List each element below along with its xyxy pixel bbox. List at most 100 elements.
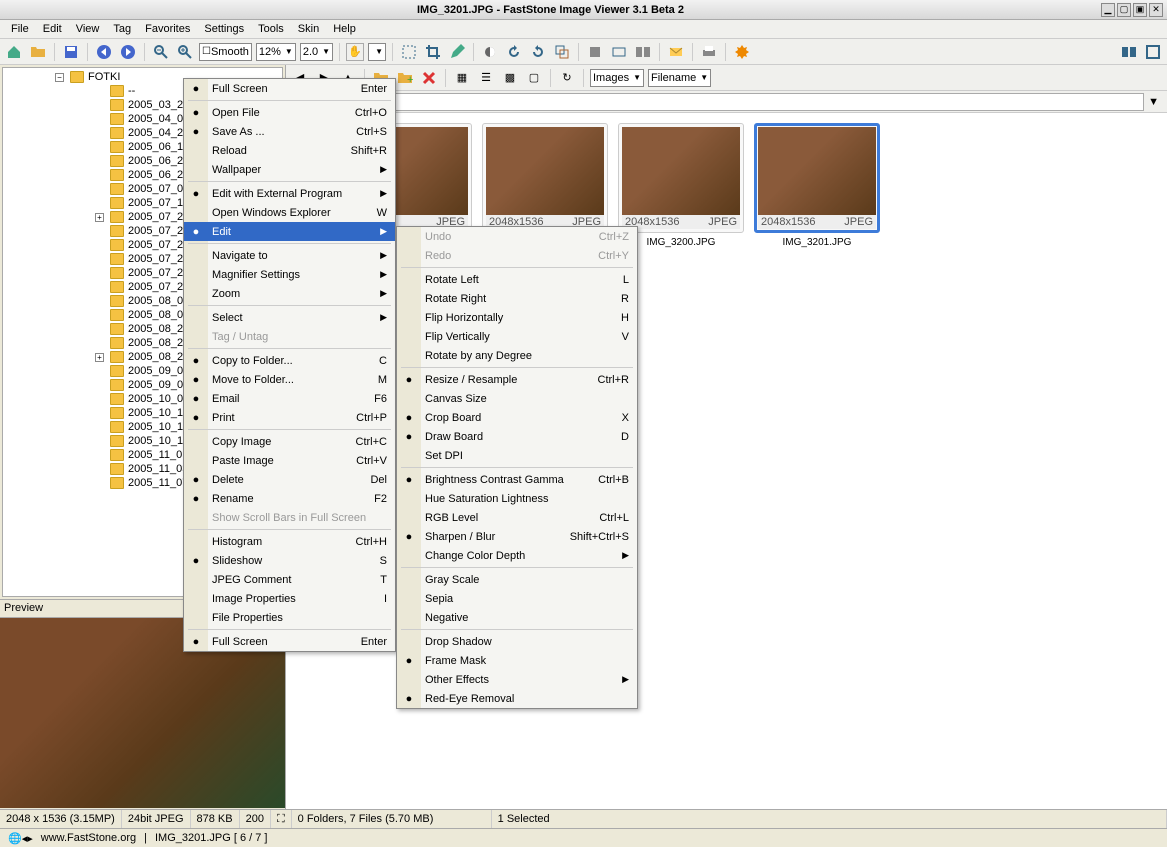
menu-help[interactable]: Help bbox=[326, 21, 363, 37]
menu-item-edit-with-external-program[interactable]: ●Edit with External Program▶ bbox=[184, 184, 395, 203]
menu-skin[interactable]: Skin bbox=[291, 21, 326, 37]
menu-item-jpeg-comment[interactable]: JPEG CommentT bbox=[184, 570, 395, 589]
menu-item-email[interactable]: ●EmailF6 bbox=[184, 389, 395, 408]
nav-forward-icon[interactable] bbox=[118, 42, 138, 62]
menu-item-set-dpi[interactable]: Set DPI bbox=[397, 446, 637, 465]
menu-item-delete[interactable]: ●DeleteDel bbox=[184, 470, 395, 489]
rotate-left-icon[interactable] bbox=[504, 42, 524, 62]
menu-item-paste-image[interactable]: Paste ImageCtrl+V bbox=[184, 451, 395, 470]
compare-icon[interactable] bbox=[633, 42, 653, 62]
menu-item-rotate-left[interactable]: Rotate LeftL bbox=[397, 270, 637, 289]
url-label[interactable]: www.FastStone.org bbox=[41, 832, 136, 844]
expander-icon[interactable]: + bbox=[95, 353, 104, 362]
menu-item-rename[interactable]: ●RenameF2 bbox=[184, 489, 395, 508]
menu-item-copy-to-folder-[interactable]: ●Copy to Folder...C bbox=[184, 351, 395, 370]
save-icon[interactable] bbox=[61, 42, 81, 62]
slideshow-icon[interactable] bbox=[609, 42, 629, 62]
expander-icon[interactable]: + bbox=[95, 213, 104, 222]
smooth-check[interactable]: ☐ Smooth bbox=[199, 43, 252, 61]
menu-item-negative[interactable]: Negative bbox=[397, 608, 637, 627]
menu-item-draw-board[interactable]: ●Draw BoardD bbox=[397, 427, 637, 446]
menu-edit[interactable]: Edit bbox=[36, 21, 69, 37]
maximize-button[interactable]: ▣ bbox=[1133, 3, 1147, 17]
menu-item-full-screen[interactable]: ●Full ScreenEnter bbox=[184, 632, 395, 651]
menu-item-rotate-by-any-degree[interactable]: Rotate by any Degree bbox=[397, 346, 637, 365]
new-folder-icon[interactable]: + bbox=[395, 68, 415, 88]
menu-item-rotate-right[interactable]: Rotate RightR bbox=[397, 289, 637, 308]
email-icon[interactable] bbox=[666, 42, 686, 62]
menu-item-magnifier-settings[interactable]: Magnifier Settings▶ bbox=[184, 265, 395, 284]
menu-item-navigate-to[interactable]: Navigate to▶ bbox=[184, 246, 395, 265]
zoom-step-combo[interactable]: 2.0▼ bbox=[300, 43, 333, 61]
settings-icon[interactable] bbox=[732, 42, 752, 62]
menu-item-other-effects[interactable]: Other Effects▶ bbox=[397, 670, 637, 689]
dual-view-icon[interactable] bbox=[1119, 42, 1139, 62]
delete-folder-icon[interactable] bbox=[419, 68, 439, 88]
rotate-right-icon[interactable] bbox=[528, 42, 548, 62]
menu-item-select[interactable]: Select▶ bbox=[184, 308, 395, 327]
brightness-icon[interactable] bbox=[480, 42, 500, 62]
menu-file[interactable]: File bbox=[4, 21, 36, 37]
view-large-icon[interactable]: ▢ bbox=[524, 68, 544, 88]
menu-item-hue-saturation-lightness[interactable]: Hue Saturation Lightness bbox=[397, 489, 637, 508]
menu-item-rgb-level[interactable]: RGB LevelCtrl+L bbox=[397, 508, 637, 527]
menu-item-open-windows-explorer[interactable]: Open Windows ExplorerW bbox=[184, 203, 395, 222]
globe-icon[interactable]: 🌐◂▸ bbox=[8, 832, 33, 845]
expander-icon[interactable]: − bbox=[55, 73, 64, 82]
menu-item-flip-horizontally[interactable]: Flip HorizontallyH bbox=[397, 308, 637, 327]
menu-favorites[interactable]: Favorites bbox=[138, 21, 197, 37]
menu-item-print[interactable]: ●PrintCtrl+P bbox=[184, 408, 395, 427]
menu-item-sepia[interactable]: Sepia bbox=[397, 589, 637, 608]
menu-item-crop-board[interactable]: ●Crop BoardX bbox=[397, 408, 637, 427]
draw-icon[interactable] bbox=[447, 42, 467, 62]
tool1-icon[interactable] bbox=[585, 42, 605, 62]
select-icon[interactable] bbox=[399, 42, 419, 62]
menu-tools[interactable]: Tools bbox=[251, 21, 291, 37]
menu-item-file-properties[interactable]: File Properties bbox=[184, 608, 395, 627]
menu-item-red-eye-removal[interactable]: ●Red-Eye Removal bbox=[397, 689, 637, 708]
menu-settings[interactable]: Settings bbox=[197, 21, 251, 37]
crop-status-icon[interactable]: ⛶ bbox=[271, 810, 292, 828]
menu-item-canvas-size[interactable]: Canvas Size bbox=[397, 389, 637, 408]
close-button[interactable]: ✕ bbox=[1149, 3, 1163, 17]
path-dropdown-icon[interactable]: ▼ bbox=[1144, 96, 1163, 108]
menu-item-open-file[interactable]: ●Open FileCtrl+O bbox=[184, 103, 395, 122]
minimize-button[interactable]: ▁ bbox=[1101, 3, 1115, 17]
thumbnail[interactable]: 2048x1536JPEGIMG_3201.JPG bbox=[754, 123, 880, 248]
menu-item-move-to-folder-[interactable]: ●Move to Folder...M bbox=[184, 370, 395, 389]
menu-item-edit[interactable]: ●Edit▶ bbox=[184, 222, 395, 241]
menu-item-change-color-depth[interactable]: Change Color Depth▶ bbox=[397, 546, 637, 565]
open-folder-icon[interactable] bbox=[28, 42, 48, 62]
menu-item-resize-resample[interactable]: ●Resize / ResampleCtrl+R bbox=[397, 370, 637, 389]
menu-view[interactable]: View bbox=[69, 21, 107, 37]
menu-item-slideshow[interactable]: ●SlideshowS bbox=[184, 551, 395, 570]
menu-tag[interactable]: Tag bbox=[106, 21, 138, 37]
menu-item-flip-vertically[interactable]: Flip VerticallyV bbox=[397, 327, 637, 346]
resize-icon[interactable] bbox=[552, 42, 572, 62]
menu-item-histogram[interactable]: HistogramCtrl+H bbox=[184, 532, 395, 551]
menu-item-copy-image[interactable]: Copy ImageCtrl+C bbox=[184, 432, 395, 451]
hand-tool-icon[interactable]: ✋ bbox=[346, 43, 364, 61]
home-icon[interactable] bbox=[4, 42, 24, 62]
zoom-percent-combo[interactable]: 12%▼ bbox=[256, 43, 296, 61]
menu-item-wallpaper[interactable]: Wallpaper▶ bbox=[184, 160, 395, 179]
menu-item-save-as-[interactable]: ●Save As ...Ctrl+S bbox=[184, 122, 395, 141]
menu-item-gray-scale[interactable]: Gray Scale bbox=[397, 570, 637, 589]
refresh-icon[interactable]: ↻ bbox=[557, 68, 577, 88]
hand-dropdown[interactable]: ▼ bbox=[368, 43, 386, 61]
print-icon[interactable] bbox=[699, 42, 719, 62]
type-filter-combo[interactable]: Images▼ bbox=[590, 69, 644, 87]
menu-item-zoom[interactable]: Zoom▶ bbox=[184, 284, 395, 303]
menu-item-drop-shadow[interactable]: Drop Shadow bbox=[397, 632, 637, 651]
zoom-in-icon[interactable] bbox=[175, 42, 195, 62]
view-list-icon[interactable]: ▦ bbox=[452, 68, 472, 88]
view-details-icon[interactable]: ☰ bbox=[476, 68, 496, 88]
path-input[interactable] bbox=[290, 93, 1144, 111]
fullscreen-icon[interactable] bbox=[1143, 42, 1163, 62]
zoom-out-icon[interactable] bbox=[151, 42, 171, 62]
menu-item-sharpen-blur[interactable]: ●Sharpen / BlurShift+Ctrl+S bbox=[397, 527, 637, 546]
menu-item-full-screen[interactable]: ●Full ScreenEnter bbox=[184, 79, 395, 98]
view-thumbs-icon[interactable]: ▩ bbox=[500, 68, 520, 88]
menu-item-frame-mask[interactable]: ●Frame Mask bbox=[397, 651, 637, 670]
sort-combo[interactable]: Filename▼ bbox=[648, 69, 711, 87]
